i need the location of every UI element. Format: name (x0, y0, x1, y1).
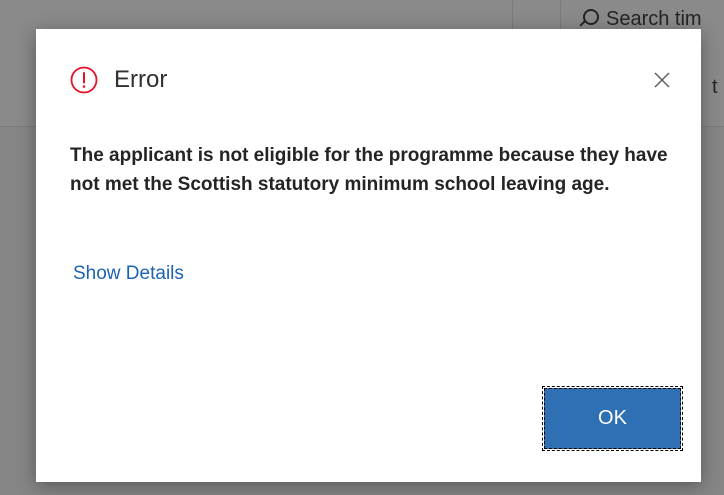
dialog-header: Error (70, 66, 167, 94)
ok-button[interactable]: OK (542, 386, 683, 451)
error-message: The applicant is not eligible for the pr… (70, 145, 668, 195)
search-icon (578, 9, 599, 29)
error-icon (70, 66, 98, 94)
close-button[interactable] (649, 67, 675, 93)
error-dialog: Error The applicant is not eligible for … (36, 29, 701, 482)
close-icon (654, 72, 670, 88)
background-partial-text: t (712, 76, 718, 98)
show-details-link[interactable]: Show Details (73, 263, 184, 285)
background-search-label: Search tim (606, 7, 702, 30)
dialog-title: Error (114, 66, 168, 93)
